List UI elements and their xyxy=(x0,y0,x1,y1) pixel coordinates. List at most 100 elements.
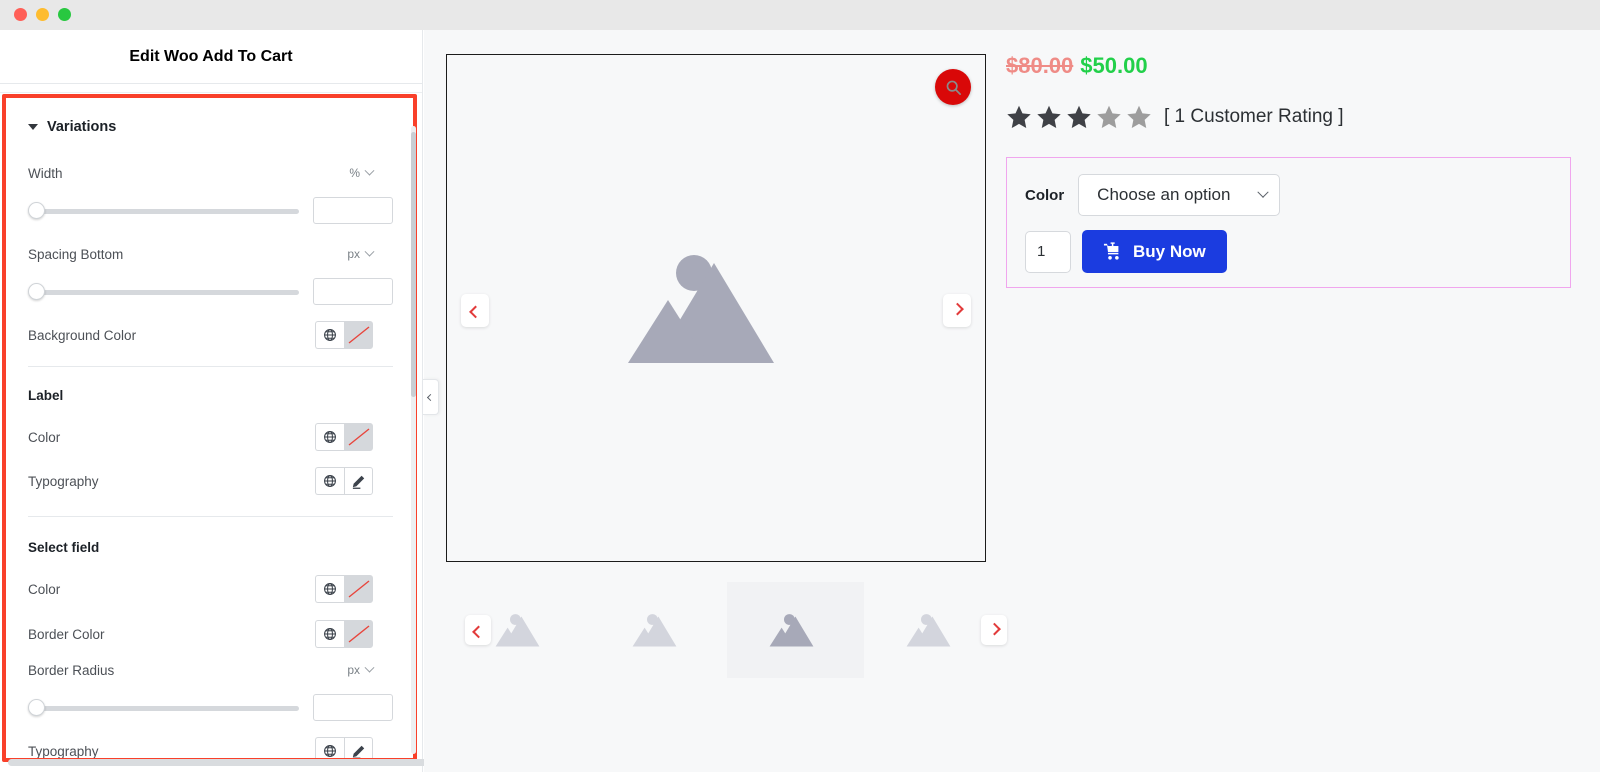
unit-selector-border-radius[interactable]: px xyxy=(347,662,393,677)
control-label: Color xyxy=(28,581,61,597)
control-label-typography: Typography xyxy=(28,467,393,495)
gallery-thumbnails xyxy=(453,582,1007,678)
slider-knob[interactable] xyxy=(28,282,45,300)
rating-count-text: [ 1 Customer Rating ] xyxy=(1164,106,1344,128)
close-button[interactable] xyxy=(14,8,27,21)
control-label: Typography xyxy=(28,473,99,489)
product-price: $80.00 $50.00 xyxy=(1006,53,1576,78)
attribute-row-color: Color Choose an option xyxy=(1007,170,1570,230)
spacing-bottom-slider[interactable] xyxy=(28,282,299,300)
chevron-left-icon xyxy=(471,625,485,638)
page-title: Edit Woo Add To Cart xyxy=(129,47,293,65)
panel-subbar xyxy=(0,84,422,93)
product-rating: [ 1 Customer Rating ] xyxy=(1006,104,1576,130)
star-icon-filled xyxy=(1037,105,1061,129)
group-heading-text: Select field xyxy=(28,539,100,555)
control-spacing-bottom: Spacing Bottom px xyxy=(28,240,393,305)
chevron-down-icon xyxy=(364,246,375,257)
minimize-button[interactable] xyxy=(36,8,49,21)
control-label: Color xyxy=(28,429,61,445)
label-typography-controls xyxy=(315,467,373,495)
group-heading-select-field: Select field xyxy=(28,533,393,561)
panel-header: Edit Woo Add To Cart xyxy=(0,30,422,84)
panel-scrollbar[interactable] xyxy=(411,126,416,754)
slider-track xyxy=(36,289,299,295)
slider-track xyxy=(36,208,299,214)
unit-selector-spacing-bottom[interactable]: px xyxy=(347,246,393,261)
chevron-right-icon xyxy=(950,302,964,316)
attribute-label: Color xyxy=(1025,186,1065,204)
image-placeholder-icon xyxy=(628,255,774,363)
control-background-color: Background Color xyxy=(28,321,393,349)
unit-selector-width[interactable]: % xyxy=(349,165,393,180)
window-titlebar xyxy=(0,0,1600,30)
control-select-color: Color xyxy=(28,575,393,603)
chevron-right-icon xyxy=(987,622,1001,635)
thumbnails-prev-button[interactable] xyxy=(465,615,491,645)
globe-icon[interactable] xyxy=(315,423,344,451)
gallery-prev-button[interactable] xyxy=(461,294,489,327)
gallery-next-button[interactable] xyxy=(943,294,971,327)
border-radius-slider[interactable] xyxy=(28,698,299,716)
control-label: Background Color xyxy=(28,327,137,343)
globe-icon[interactable] xyxy=(315,575,344,603)
spacing-bottom-input[interactable] xyxy=(313,278,393,305)
select-color-controls xyxy=(315,575,373,603)
panel-collapse-handle[interactable] xyxy=(423,379,439,415)
chevron-left-icon xyxy=(468,305,482,319)
slider-knob[interactable] xyxy=(28,201,45,219)
section-title-label: Variations xyxy=(47,119,117,135)
image-placeholder-icon xyxy=(769,614,813,647)
color-select-value: Choose an option xyxy=(1097,185,1231,205)
no-color-swatch[interactable] xyxy=(344,423,373,451)
chevron-down-icon xyxy=(364,662,375,673)
section-header-variations[interactable]: Variations xyxy=(28,119,393,135)
price-regular: $80.00 xyxy=(1006,53,1074,78)
image-placeholder-icon xyxy=(906,614,950,647)
divider xyxy=(28,516,393,517)
image-zoom-button[interactable] xyxy=(935,69,971,105)
globe-icon[interactable] xyxy=(315,467,344,495)
thumbnails-next-button[interactable] xyxy=(981,615,1007,645)
color-select[interactable]: Choose an option xyxy=(1078,174,1281,217)
chevron-down-icon xyxy=(364,165,375,176)
control-label-color: Color xyxy=(28,423,393,451)
scrollbar-thumb[interactable] xyxy=(411,132,416,397)
control-label: Border Radius xyxy=(28,662,115,678)
thumbnail-item[interactable] xyxy=(590,582,727,678)
app-root: Edit Woo Add To Cart Variations Width % xyxy=(0,0,1600,772)
slider-knob[interactable] xyxy=(28,698,45,716)
image-placeholder-icon xyxy=(632,614,676,647)
border-radius-input[interactable] xyxy=(313,694,393,721)
width-input[interactable] xyxy=(313,197,393,224)
control-label: Spacing Bottom xyxy=(28,246,124,262)
globe-icon[interactable] xyxy=(315,620,344,648)
buy-now-label: Buy Now xyxy=(1133,241,1206,261)
preview-area: $80.00 $50.00 [ 1 Customer Rating ] Color… xyxy=(424,30,1600,772)
maximize-button[interactable] xyxy=(58,8,71,21)
no-color-swatch[interactable] xyxy=(344,321,373,349)
control-select-border-color: Border Color xyxy=(28,620,393,648)
main-product-image[interactable] xyxy=(446,54,986,562)
star-icon-empty xyxy=(1127,105,1151,129)
group-heading-text: Label xyxy=(28,387,64,403)
no-color-swatch[interactable] xyxy=(344,575,373,603)
chevron-left-icon xyxy=(426,393,435,401)
buy-now-button[interactable]: Buy Now xyxy=(1082,230,1227,274)
unit-label: % xyxy=(349,166,360,180)
width-slider[interactable] xyxy=(28,201,299,219)
unit-label: px xyxy=(347,247,360,261)
price-sale: $50.00 xyxy=(1080,53,1148,78)
control-label: Border Color xyxy=(28,626,105,642)
chevron-down-icon xyxy=(1257,186,1269,199)
variations-form: Color Choose an option 1 Buy Now xyxy=(1006,157,1571,289)
globe-icon[interactable] xyxy=(315,321,344,349)
no-color-swatch[interactable] xyxy=(344,620,373,648)
thumbnail-item-active[interactable] xyxy=(727,582,864,678)
pencil-icon[interactable] xyxy=(344,467,373,495)
quantity-input[interactable]: 1 xyxy=(1025,230,1071,273)
label-color-controls xyxy=(315,423,373,451)
unit-label: px xyxy=(347,663,360,677)
cart-icon xyxy=(1103,242,1119,260)
star-rating[interactable] xyxy=(1006,104,1152,130)
